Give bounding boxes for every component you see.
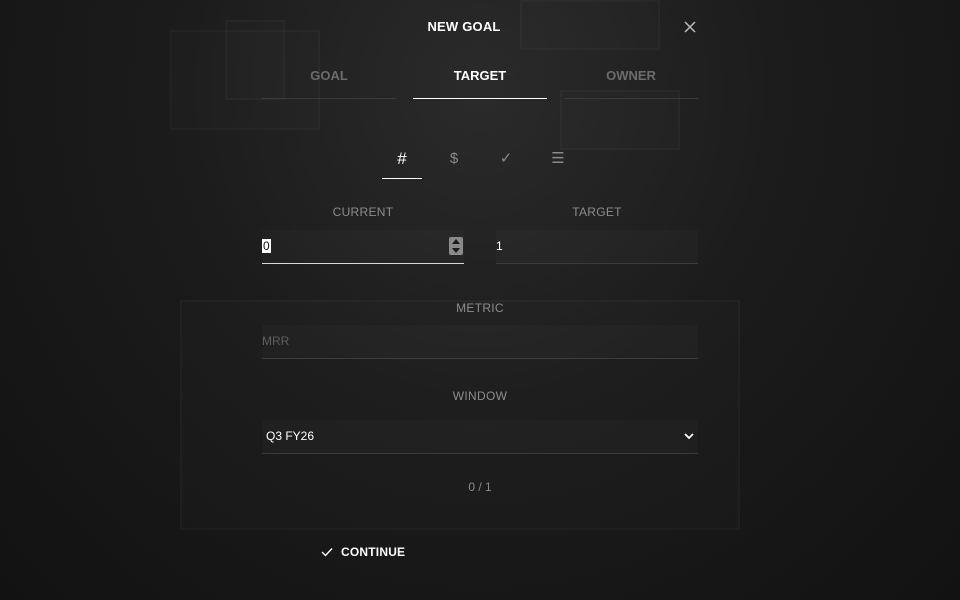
stepper-up-icon[interactable] xyxy=(452,239,460,244)
current-value: 0 xyxy=(262,239,271,253)
tab-bar: GOAL TARGET OWNER xyxy=(262,62,698,100)
window-select[interactable]: Q3 FY26 xyxy=(262,420,698,454)
current-input[interactable]: 0 xyxy=(262,230,464,264)
type-list-button[interactable]: ☰ xyxy=(538,146,578,179)
metric-placeholder: MRR xyxy=(262,334,290,348)
check-icon xyxy=(321,548,333,557)
type-currency-button[interactable]: $ xyxy=(434,146,474,179)
window-label: WINDOW xyxy=(452,389,508,403)
number-stepper[interactable] xyxy=(449,237,463,255)
dollar-icon: $ xyxy=(449,150,459,167)
modal-title: NEW GOAL xyxy=(427,19,501,34)
current-label: CURRENT xyxy=(332,205,394,219)
chevron-down-icon xyxy=(684,433,694,440)
check-icon: ✓ xyxy=(499,150,513,167)
target-label: TARGET xyxy=(572,205,622,219)
progress-counter: 0 / 1 xyxy=(468,480,492,494)
target-input[interactable]: 1 xyxy=(496,230,698,264)
close-button[interactable] xyxy=(680,17,700,37)
tab-goal[interactable]: GOAL xyxy=(262,62,396,99)
type-number-button[interactable]: # xyxy=(382,146,422,179)
stepper-down-icon[interactable] xyxy=(452,248,460,253)
target-value: 1 xyxy=(496,239,503,253)
tab-owner[interactable]: OWNER xyxy=(564,62,698,99)
close-icon xyxy=(684,21,696,33)
metric-label: METRIC xyxy=(456,301,504,315)
target-type-selector: # $ ✓ ☰ xyxy=(382,146,578,180)
type-boolean-button[interactable]: ✓ xyxy=(486,146,526,179)
metric-input[interactable]: MRR xyxy=(262,325,698,359)
continue-label: CONTINUE xyxy=(341,545,406,559)
tab-target[interactable]: TARGET xyxy=(413,62,547,99)
continue-button[interactable]: CONTINUE xyxy=(321,543,405,561)
window-selected-value: Q3 FY26 xyxy=(266,429,315,443)
hash-icon: # xyxy=(397,149,407,168)
list-icon: ☰ xyxy=(551,150,565,167)
app-root: NEW GOAL GOAL TARGET OWNER # $ ✓ ☰ CURRE… xyxy=(0,0,960,600)
